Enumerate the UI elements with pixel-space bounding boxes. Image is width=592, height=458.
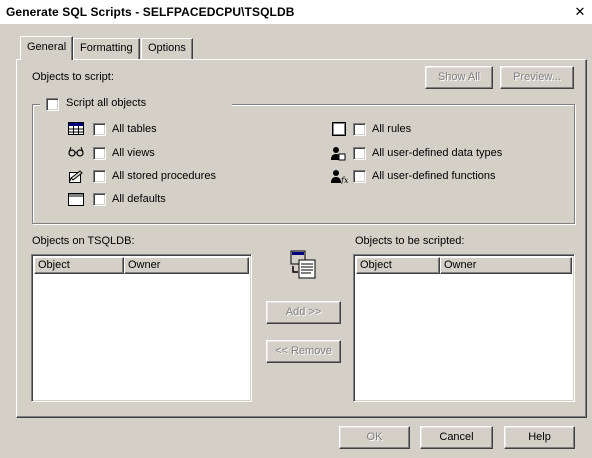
help-button[interactable]: Help (504, 426, 575, 449)
generate-sql-scripts-dialog: Generate SQL Scripts - SELFPACEDCPU\TSQL… (0, 0, 592, 458)
all-stored-procedures-label: All stored procedures (112, 170, 216, 182)
tab-formatting[interactable]: Formatting (73, 38, 140, 59)
close-button[interactable]: ✕ (571, 4, 589, 20)
svg-text:fx: fx (340, 176, 348, 184)
title-bar: Generate SQL Scripts - SELFPACEDCPU\TSQL… (0, 0, 592, 24)
all-defaults-checkbox[interactable] (93, 193, 106, 206)
all-user-defined-data-types-label: All user-defined data types (372, 147, 503, 159)
preview-button[interactable]: Preview... (500, 66, 574, 89)
help-button-label: Help (528, 431, 551, 443)
script-all-objects-row: Script all objects (40, 95, 232, 113)
preview-button-label: Preview... (513, 71, 561, 83)
all-rules-checkbox[interactable] (353, 123, 366, 136)
objects-on-tsqldb-label: Objects on TSQLDB: (32, 235, 135, 247)
cancel-button[interactable]: Cancel (420, 426, 493, 449)
all-views-checkbox[interactable] (93, 147, 106, 160)
tab-options-label: Options (148, 42, 186, 54)
script-all-objects-label: Script all objects (66, 97, 147, 109)
window-title: Generate SQL Scripts - SELFPACEDCPU\TSQL… (6, 5, 295, 19)
script-objects-icon (287, 248, 319, 280)
target-owner-column-header[interactable]: Owner (440, 257, 572, 274)
objects-group-box (32, 104, 575, 224)
script-all-objects-checkbox[interactable] (46, 98, 59, 111)
tab-options[interactable]: Options (141, 38, 193, 59)
remove-button[interactable]: << Remove (266, 340, 341, 363)
remove-button-label: << Remove (275, 345, 332, 357)
default-icon (68, 193, 84, 207)
all-tables-label: All tables (112, 123, 157, 135)
objects-to-be-scripted-label: Objects to be scripted: (355, 235, 465, 247)
ok-button-label: OK (366, 431, 383, 443)
tab-general[interactable]: General (20, 36, 74, 60)
target-object-column-header[interactable]: Object (356, 257, 440, 274)
cancel-button-label: Cancel (439, 431, 474, 443)
all-defaults-label: All defaults (112, 193, 166, 205)
show-all-button-label: Show All (437, 71, 481, 83)
objects-to-be-scripted-list[interactable]: Object Owner (353, 254, 575, 402)
all-user-defined-data-types-checkbox[interactable] (353, 147, 366, 160)
source-object-column-header[interactable]: Object (34, 257, 124, 274)
show-all-button[interactable]: Show All (425, 66, 493, 89)
objects-on-tsqldb-list[interactable]: Object Owner (31, 254, 252, 402)
add-button-label: Add >> (285, 306, 322, 318)
rule-icon (331, 122, 347, 136)
all-tables-checkbox[interactable] (93, 123, 106, 136)
all-stored-procedures-checkbox[interactable] (93, 170, 106, 183)
objects-to-script-label: Objects to script: (32, 71, 114, 83)
all-user-defined-functions-label: All user-defined functions (372, 170, 496, 182)
all-views-label: All views (112, 147, 155, 159)
all-user-defined-functions-checkbox[interactable] (353, 170, 366, 183)
user-function-icon: fx (330, 169, 349, 185)
view-glasses-icon (68, 146, 84, 160)
user-data-type-icon (330, 146, 346, 161)
source-owner-column-header[interactable]: Owner (124, 257, 249, 274)
tab-general-label: General (27, 41, 67, 53)
table-icon (68, 122, 84, 136)
all-rules-label: All rules (372, 123, 412, 135)
add-button[interactable]: Add >> (266, 301, 341, 324)
ok-button[interactable]: OK (339, 426, 410, 449)
stored-procedure-icon (68, 169, 84, 183)
tab-formatting-label: Formatting (80, 42, 133, 54)
